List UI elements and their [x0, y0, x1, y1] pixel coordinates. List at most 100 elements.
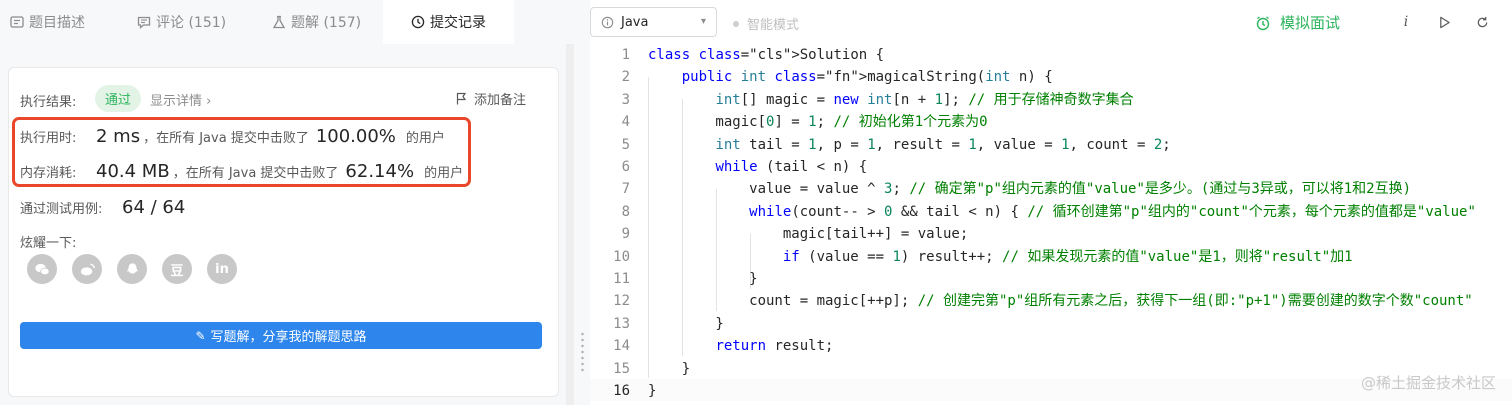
tab-label: 评论 (151) [156, 15, 227, 31]
code-line[interactable]: } [648, 268, 757, 290]
testcase-value: 64 / 64 [122, 197, 186, 218]
tab-description[interactable]: 题目描述 [10, 0, 85, 44]
resize-grip-icon[interactable] [581, 331, 584, 373]
testcase-row: 通过测试用例: 64 / 64 [20, 197, 185, 218]
result-label: 执行结果: [20, 95, 77, 110]
line-number: 4 [621, 114, 630, 131]
comment-icon [137, 16, 151, 29]
pencil-icon: ✎ [195, 328, 206, 343]
runtime-suffix: 的用户 [405, 131, 445, 146]
tab-label: 题目描述 [29, 15, 85, 31]
memory-text: ，在所有 Java 提交中击败了 [172, 166, 339, 181]
code-line[interactable]: while(count-- > 0 && tail < n) { // 循环创建… [648, 201, 1476, 223]
info-glyph: i [1403, 14, 1409, 30]
show-details-link[interactable]: 显示详情 › [150, 90, 211, 109]
editor-toolbar: Java ▾ 智能模式 模拟面试 i [590, 0, 1512, 44]
line-number: 1 [621, 47, 630, 63]
memory-value: 40.4 MB [96, 161, 170, 182]
code-line[interactable]: return result; [648, 335, 833, 357]
code-line[interactable]: while (tail < n) { [648, 156, 867, 178]
runtime-percent: 100.00% [315, 126, 396, 147]
info-circle-icon [601, 16, 614, 28]
smart-mode-toggle[interactable]: 智能模式 [733, 14, 799, 33]
qq-icon[interactable] [117, 254, 147, 284]
code-line[interactable]: value = value ^ 3; // 确定第"p"组内元素的值"value… [648, 178, 1411, 200]
wechat-icon[interactable] [27, 254, 57, 284]
share-title: 炫耀一下: [20, 236, 77, 251]
runtime-text: ，在所有 Java 提交中击败了 [143, 131, 309, 146]
line-number: 13 [613, 315, 630, 332]
problem-tabs: 题目描述 评论 (151) 题解 (157) 提交记录 [0, 0, 576, 44]
douban-icon[interactable]: 豆 [162, 254, 192, 284]
code-line[interactable]: } [648, 358, 690, 380]
add-note-button[interactable]: 添加备注 [456, 89, 526, 108]
line-number: 3 [621, 91, 630, 108]
code-line[interactable]: if (value == 1) result++; // 如果发现元素的值"va… [648, 246, 1353, 268]
language-value: Java [621, 14, 649, 30]
watermark: @稀土掘金技术社区 [1360, 374, 1496, 392]
reset-icon[interactable] [1472, 12, 1492, 32]
qq-glyph [126, 262, 138, 274]
line-number-current: 16 [613, 383, 630, 399]
line-number: 9 [621, 226, 630, 243]
code-line[interactable]: } [648, 380, 656, 402]
status-badge: 通过 [95, 85, 141, 112]
runtime-value: 2 ms [96, 126, 141, 147]
tab-solutions[interactable]: 题解 (157) [272, 0, 361, 44]
tab-submissions[interactable]: 提交记录 [383, 0, 514, 44]
memory-row: 内存消耗: 40.4 MB ，在所有 Java 提交中击败了 62.14% 的用… [20, 161, 463, 182]
weibo-glyph [80, 263, 95, 275]
mock-interview-label: 模拟面试 [1280, 14, 1341, 32]
smart-mode-label: 智能模式 [747, 18, 800, 33]
flask-icon [272, 15, 286, 29]
description-icon [10, 16, 24, 28]
line-number: 12 [613, 293, 630, 310]
mock-interview-button[interactable]: 模拟面试 [1255, 12, 1340, 33]
weibo-icon[interactable] [72, 254, 102, 284]
line-number: 6 [621, 159, 630, 175]
line-number: 8 [621, 203, 630, 220]
memory-percent: 62.14% [345, 161, 415, 182]
runtime-label: 执行用时: [20, 131, 77, 146]
tab-comments[interactable]: 评论 (151) [137, 0, 226, 44]
left-scrollbar[interactable] [566, 44, 574, 405]
memory-label: 内存消耗: [20, 166, 77, 181]
code-line[interactable]: magic[tail++] = value; [648, 223, 968, 245]
smart-mode-dot-icon [733, 20, 739, 27]
code-line[interactable]: int tail = 1, p = 1, result = 1, value =… [648, 134, 1170, 156]
douban-glyph: 豆 [170, 263, 184, 279]
code-line[interactable]: int[] magic = new int[n + 1]; // 用于存储神奇数… [648, 89, 1133, 111]
tab-label: 提交记录 [430, 15, 486, 31]
chevron-down-icon: ▾ [700, 16, 706, 27]
write-solution-label: 写题解，分享我的解题思路 [210, 330, 367, 345]
code-editor[interactable]: 1 2 3 4 5 6 7 8 9 10 11 12 13 14 15 16 c… [590, 44, 1512, 405]
line-number: 15 [613, 360, 630, 377]
code-line[interactable]: count = magic[++p]; // 创建完第"p"组所有元素之后，获得… [648, 290, 1473, 312]
line-number: 10 [613, 248, 630, 265]
memory-suffix: 的用户 [424, 166, 464, 181]
wechat-glyph [34, 263, 49, 275]
line-number: 2 [621, 69, 630, 86]
run-icon[interactable] [1434, 12, 1454, 32]
tab-label: 题解 (157) [291, 15, 362, 31]
code-line[interactable]: public int class="fn">magicalString(int … [648, 66, 1053, 88]
play-icon [1439, 16, 1450, 28]
line-number: 7 [621, 181, 630, 198]
alarm-clock-icon [1256, 15, 1270, 30]
code-line[interactable]: magic[0] = 1; // 初始化第1个元素为0 [648, 111, 987, 133]
runtime-row: 执行用时: 2 ms ，在所有 Java 提交中击败了 100.00% 的用户 [20, 126, 445, 147]
line-number: 5 [621, 136, 630, 153]
write-solution-button[interactable]: ✎ 写题解，分享我的解题思路 [20, 322, 542, 349]
linkedin-icon[interactable]: in [207, 254, 237, 284]
info-icon[interactable]: i [1396, 12, 1416, 32]
code-line[interactable]: } [648, 313, 723, 335]
left-panel: 题目描述 评论 (151) 题解 (157) 提交记录 执行结果: 通过 显示详… [0, 0, 576, 405]
line-number: 11 [613, 271, 630, 287]
language-select[interactable]: Java ▾ [590, 7, 717, 37]
code-line[interactable]: class class="cls">Solution { [648, 44, 884, 66]
line-number: 14 [613, 338, 630, 355]
testcase-label: 通过测试用例: [20, 202, 103, 217]
clock-icon [411, 15, 425, 29]
flag-icon [456, 92, 467, 105]
linkedin-glyph: in [215, 261, 229, 277]
